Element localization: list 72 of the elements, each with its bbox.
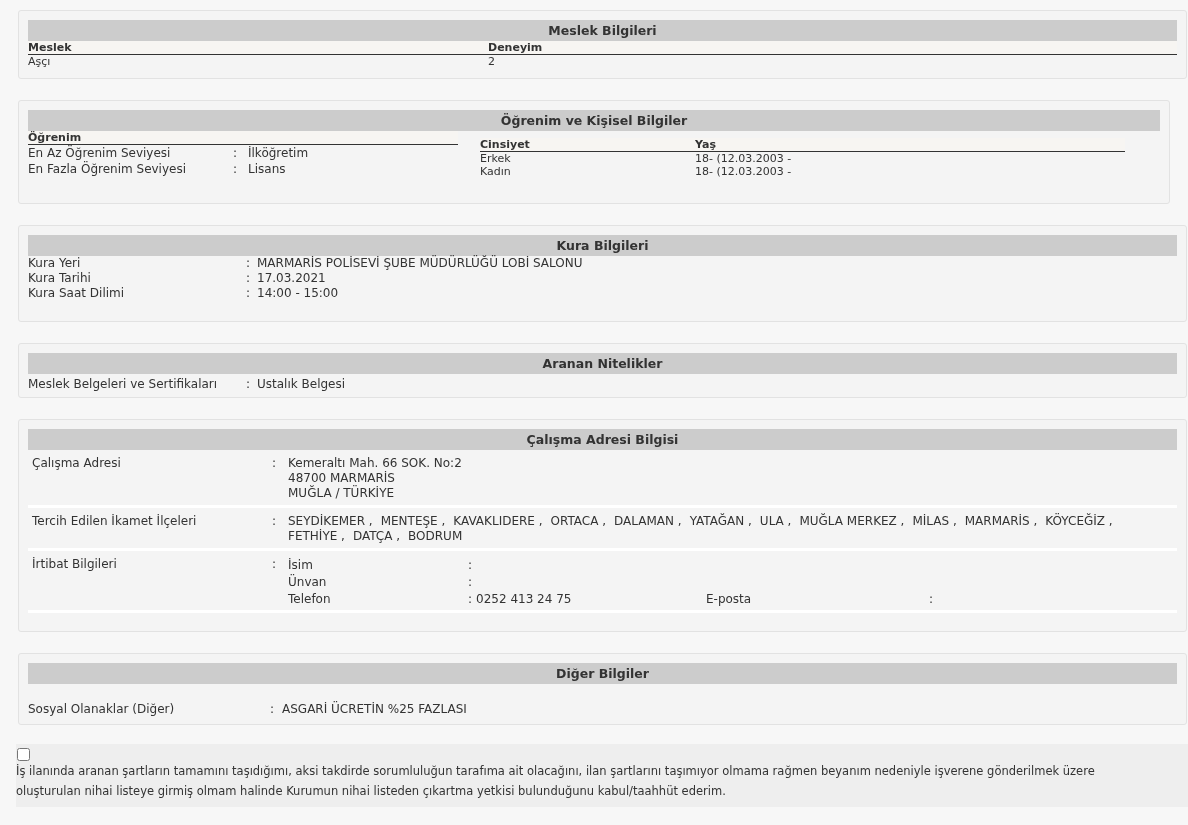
table-cell-text: Kadın (480, 165, 512, 178)
district-name: MUĞLA MERKEZ , (799, 514, 905, 529)
table-cell-text: 18- (12.03.2003 - (695, 165, 793, 178)
separator: : (272, 514, 278, 530)
table-cell-text: Aşçı (28, 55, 52, 68)
field-value: Ustalık Belgesi (257, 377, 346, 392)
separator: : (468, 591, 473, 608)
field-label: İsim (288, 557, 314, 574)
field-label: Kura Yeri (28, 256, 82, 271)
section-title: Öğrenim ve Kişisel Bilgiler (28, 110, 1160, 131)
separator: : (233, 161, 239, 177)
field-value: Lisans (248, 161, 286, 177)
district-name: MARMARİS , (964, 514, 1038, 529)
address-line: 48700 MARMARİS (288, 471, 396, 485)
address-line: MUĞLA / TÜRKİYE (288, 486, 396, 501)
field-label: Meslek Belgeleri ve Sertifikaları (28, 377, 219, 392)
district-name: MENTEŞE , (380, 514, 446, 529)
section-title: Diğer Bilgiler (28, 663, 1177, 684)
field-value: 17.03.2021 (257, 271, 326, 286)
consent-checkbox[interactable] (17, 748, 30, 761)
address-line: Kemeraltı Mah. 66 SOK. No:2 (288, 456, 463, 471)
column-header: Cinsiyet (480, 138, 531, 151)
field-value: 14:00 - 15:00 (257, 286, 339, 301)
field-label: En Az Öğrenim Seviyesi (28, 145, 172, 161)
field-label: Sosyal Olanaklar (Diğer) (28, 702, 176, 716)
district-name: DATÇA , (352, 529, 401, 544)
section-title: Kura Bilgileri (28, 235, 1177, 256)
column-header: Yaş (695, 138, 717, 151)
separator: : (929, 591, 934, 608)
separator: : (246, 377, 252, 392)
field-label: İrtibat Bilgileri (32, 557, 118, 573)
field-value: MARMARİS POLİSEVİ ŞUBE MÜDÜRLÜĞÜ LOBİ SALONU (257, 256, 583, 271)
field-value: ASGARİ ÜCRETİN %25 FAZLASI (282, 702, 467, 716)
field-label: En Fazla Öğrenim Seviyesi (28, 161, 188, 177)
district-name: KAVAKLIDERE , (453, 514, 543, 529)
district-name: FETHİYE , (288, 529, 345, 544)
consent-text: İş ilanında aranan şartların tamamını taşıdığımı, aksi takdirde sorumluluğun tarafıma ait olacağını, ilan şartlarını taşımıyor olmama rağmen beyanım nedeniyle işverene gönderilmek üzere oluşturulan nihai listeye girmiş olmam halinde Kurumun nihai listeden çıkartma yetkisi bulunduğunu kabul/taahhüt ederim. (16, 763, 1096, 800)
separator: : (246, 271, 252, 286)
field-label: Tercih Edilen İkamet İlçeleri (32, 514, 198, 530)
district-name: SEYDİKEMER , (288, 514, 373, 529)
separator: : (270, 702, 276, 716)
field-value: İlköğretim (248, 145, 309, 161)
separator: : (272, 456, 278, 472)
section-title: Çalışma Adresi Bilgisi (28, 429, 1177, 450)
section-title: Aranan Nitelikler (28, 353, 1177, 374)
district-name: MİLAS , (912, 514, 957, 529)
separator: : (246, 286, 252, 301)
field-label: Ünvan (288, 574, 328, 591)
field-label: Çalışma Adresi (32, 456, 122, 472)
district-name: BODRUM (408, 529, 463, 544)
field-label: E-posta (706, 591, 753, 608)
separator: : (246, 256, 252, 271)
separator: : (468, 574, 473, 591)
district-name: ULA , (759, 514, 792, 529)
section-title: Meslek Bilgileri (28, 20, 1177, 41)
district-name: YATAĞAN , (689, 514, 752, 529)
column-header: Meslek (28, 41, 73, 54)
field-value: 0252 413 24 75 (476, 591, 572, 608)
field-label: Kura Saat Dilimi (28, 286, 126, 301)
separator: : (272, 557, 278, 573)
column-header: Öğrenim (28, 131, 82, 144)
separator: : (233, 145, 239, 161)
separator: : (468, 557, 473, 574)
district-name: KÖYCEĞİZ , (1045, 514, 1113, 529)
district-name: ORTACA , (550, 514, 607, 529)
table-cell-text: 18- (12.03.2003 - (695, 152, 793, 165)
table-cell-text: Erkek (480, 152, 512, 165)
field-label: Kura Tarihi (28, 271, 92, 286)
column-header: Deneyim (488, 41, 544, 54)
district-name: DALAMAN , (614, 514, 682, 529)
field-label: Telefon (288, 591, 332, 608)
table-cell-text: 2 (488, 55, 496, 68)
